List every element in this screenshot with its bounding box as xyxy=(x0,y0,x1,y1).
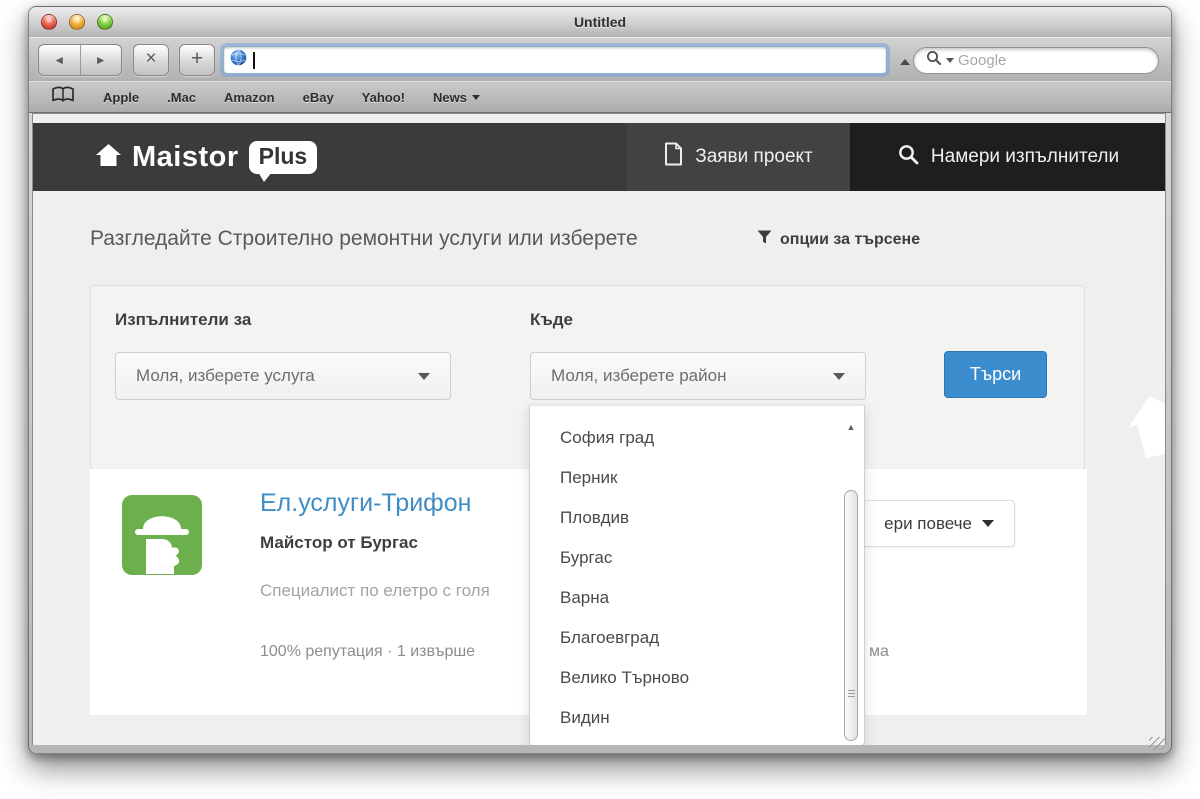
service-select-value: Моля, изберете услуга xyxy=(136,366,315,386)
logo-badge-tail xyxy=(258,172,272,182)
site-logo[interactable]: Maistor Plus xyxy=(95,123,317,191)
window-title: Untitled xyxy=(29,7,1171,37)
contractor-avatar xyxy=(122,495,202,575)
news-caret-icon xyxy=(472,95,480,100)
logo-text: Maistor xyxy=(132,141,239,174)
region-option[interactable]: Велико Търново xyxy=(530,658,864,698)
nav-tab-find-label: Намери изпълнители xyxy=(931,146,1119,168)
stop-button[interactable]: × xyxy=(133,44,169,76)
back-button[interactable]: ◄ xyxy=(39,45,81,75)
search-icon xyxy=(898,144,919,171)
region-option[interactable]: Варна xyxy=(530,578,864,618)
logo-badge: Plus xyxy=(249,141,318,174)
history-nav-control: ◄ ► xyxy=(38,44,122,76)
zoom-window-button[interactable] xyxy=(97,14,113,30)
region-option[interactable]: Благоевград xyxy=(530,618,864,658)
toolbar-caret-icon xyxy=(900,59,910,65)
contractor-subtitle: Майстор от Бургас xyxy=(260,533,418,553)
magnifier-icon xyxy=(926,50,942,71)
worker-icon xyxy=(122,495,202,575)
service-label: Изпълнители за xyxy=(115,310,251,330)
caret-down-icon xyxy=(982,520,994,527)
region-select-value: Моля, изберете район xyxy=(551,366,726,386)
dropdown-scrollbar: ▲ xyxy=(842,410,860,743)
search-options-label: опции за търсене xyxy=(780,231,920,249)
minimize-window-button[interactable] xyxy=(69,14,85,30)
scrollbar-grip-icon xyxy=(848,690,855,698)
bookmarks-book-icon[interactable] xyxy=(51,86,75,108)
search-engine-caret-icon xyxy=(946,58,954,63)
region-option[interactable]: София град xyxy=(530,418,864,458)
logo-house-icon xyxy=(95,142,122,172)
browser-window: Untitled ◄ ► × + xyxy=(28,6,1172,754)
bookmark-ebay[interactable]: eBay xyxy=(303,90,334,105)
contractor-stats: 100% репутация · 1 извърше xyxy=(260,643,475,661)
window-resize-grip[interactable] xyxy=(1149,737,1165,750)
bookmark-apple[interactable]: Apple xyxy=(103,90,139,105)
filter-funnel-icon xyxy=(757,230,772,250)
screenshot-stage: Untitled ◄ ► × + xyxy=(0,0,1200,799)
region-option[interactable]: Видин xyxy=(530,698,864,738)
forward-button[interactable]: ► xyxy=(81,45,122,75)
bookmarks-bar: Apple .Mac Amazon eBay Yahoo! News xyxy=(29,81,1171,113)
scrollbar-thumb[interactable] xyxy=(844,490,858,741)
page-heading: Разгледайте Строително ремонтни услуги и… xyxy=(90,227,638,251)
nav-tab-request-label: Заяви проект xyxy=(695,146,813,168)
contractor-stats-tail: ма xyxy=(869,643,889,661)
search-options-link[interactable]: опции за търсене xyxy=(757,230,920,250)
region-select[interactable]: Моля, изберете район xyxy=(530,352,866,400)
region-dropdown: София град Перник Пловдив Бургас Варна Б… xyxy=(529,405,865,745)
address-bar[interactable] xyxy=(223,46,887,74)
bookmark-dotmac[interactable]: .Mac xyxy=(167,90,196,105)
search-button[interactable]: Търси xyxy=(944,351,1047,398)
document-icon xyxy=(664,142,683,172)
chevron-down-icon xyxy=(418,373,430,380)
where-label: Къде xyxy=(530,310,573,330)
text-cursor xyxy=(253,52,255,69)
region-option[interactable]: Бургас xyxy=(530,538,864,578)
bookmark-yahoo[interactable]: Yahoo! xyxy=(362,90,405,105)
region-option[interactable]: Перник xyxy=(530,458,864,498)
search-placeholder: Google xyxy=(958,52,1006,69)
contractor-description: Специалист по елетро с голя xyxy=(260,581,490,601)
house-pointer-icon xyxy=(1123,389,1166,461)
browser-toolbar: ◄ ► × + xyxy=(29,37,1171,81)
service-select[interactable]: Моля, изберете услуга xyxy=(115,352,451,400)
bookmark-amazon[interactable]: Amazon xyxy=(224,90,275,105)
scroll-up-arrow[interactable]: ▲ xyxy=(842,422,860,432)
bookmark-news-menu[interactable]: News xyxy=(433,90,480,105)
site-header: Maistor Plus Заяви проект xyxy=(33,123,1165,191)
window-titlebar: Untitled xyxy=(29,7,1171,37)
google-search-field[interactable]: Google xyxy=(913,47,1159,74)
close-window-button[interactable] xyxy=(41,14,57,30)
window-controls xyxy=(41,14,113,30)
region-option[interactable]: Пловдив xyxy=(530,498,864,538)
add-bookmark-button[interactable]: + xyxy=(179,44,215,76)
nav-tab-request-project[interactable]: Заяви проект xyxy=(627,123,850,191)
contractor-title-link[interactable]: Ел.услуги-Трифон xyxy=(260,489,471,518)
see-more-label: ери повече xyxy=(884,514,972,534)
globe-favicon-icon xyxy=(230,49,247,71)
nav-tab-find-contractors[interactable]: Намери изпълнители xyxy=(850,123,1166,191)
web-content: Maistor Plus Заяви проект xyxy=(32,113,1166,745)
chevron-down-icon xyxy=(833,373,845,380)
